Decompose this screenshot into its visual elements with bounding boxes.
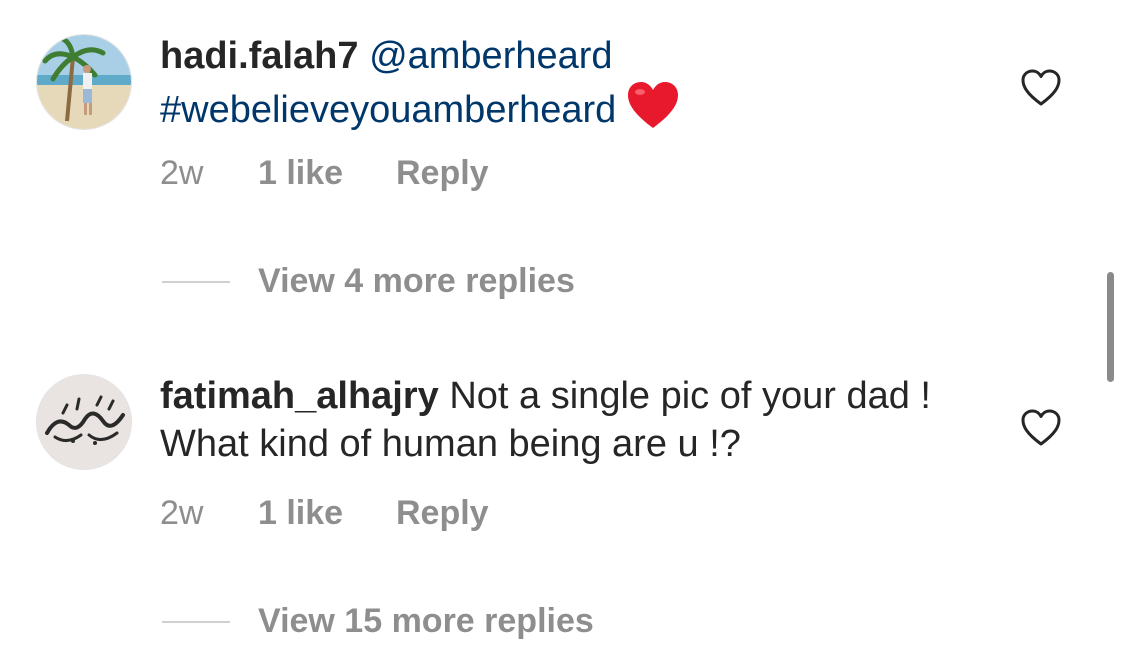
comment-mention[interactable]: @amberheard [369, 35, 612, 77]
avatar[interactable] [36, 374, 132, 470]
like-heart-icon[interactable] [1020, 408, 1062, 448]
reply-button[interactable]: Reply [396, 494, 489, 533]
view-more-replies-label: View 15 more replies [258, 602, 594, 640]
comment-time: 2w [160, 154, 204, 192]
comment-hashtag[interactable]: #webelieveyouamberheard [160, 89, 616, 131]
comment-time: 2w [160, 494, 204, 532]
beach-photo-icon [37, 35, 131, 129]
comment-text: hadi.falah7 @amberheard #webelieveyouamb… [160, 32, 960, 142]
comment-likes-count[interactable]: 1 like [258, 494, 396, 533]
divider [162, 620, 230, 623]
comment-meta: 2w 1 like Reply [160, 154, 489, 193]
view-more-replies-button[interactable]: View 15 more replies [162, 602, 594, 641]
comment-text: fatimah_alhajry Not a single pic of your… [160, 372, 960, 468]
comment-username[interactable]: fatimah_alhajry [160, 375, 439, 417]
comment-username[interactable]: hadi.falah7 [160, 35, 359, 77]
like-heart-icon[interactable] [1020, 68, 1062, 108]
red-heart-emoji-icon [626, 80, 680, 142]
comments-screen: hadi.falah7 @amberheard #webelieveyouamb… [0, 0, 1125, 648]
reply-button[interactable]: Reply [396, 154, 489, 193]
view-more-replies-button[interactable]: View 4 more replies [162, 262, 575, 301]
comment-item: hadi.falah7 @amberheard #webelieveyouamb… [0, 0, 1125, 340]
calligraphy-logo-icon [37, 375, 131, 469]
view-more-replies-label: View 4 more replies [258, 262, 575, 300]
avatar[interactable] [36, 34, 132, 130]
comment-meta: 2w 1 like Reply [160, 494, 489, 533]
comment-likes-count[interactable]: 1 like [258, 154, 396, 193]
comment-item: fatimah_alhajry Not a single pic of your… [0, 340, 1125, 648]
scrollbar[interactable] [1107, 272, 1114, 382]
divider [162, 280, 230, 283]
